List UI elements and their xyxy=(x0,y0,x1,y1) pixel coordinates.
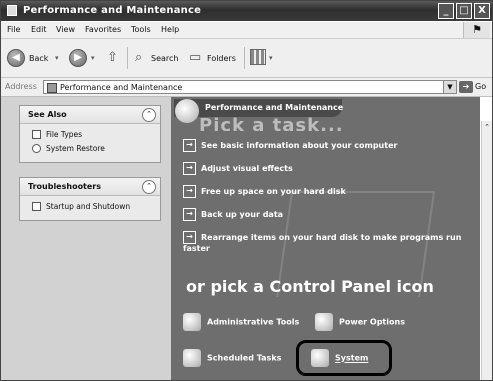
task-link[interactable]: → Free up space on your hard disk xyxy=(183,185,346,198)
minimize-button[interactable]: _ xyxy=(438,3,454,19)
arrow-icon: → xyxy=(183,139,196,152)
sidebar-item-startup-shutdown[interactable]: Startup and Shutdown xyxy=(20,200,160,214)
file-types-icon xyxy=(32,130,41,139)
troubleshooters-title: Troubleshooters xyxy=(28,182,102,191)
arrow-icon: → xyxy=(183,162,196,175)
menu-help[interactable]: Help xyxy=(161,25,179,34)
search-button[interactable]: Search xyxy=(151,54,178,63)
troubleshooters-header[interactable]: Troubleshooters ⌃ xyxy=(20,178,160,196)
main-content: Pick a task... Performance and Maintenan… xyxy=(171,97,492,380)
explorer-window: Performance and Maintenance _ □ X File E… xyxy=(0,0,493,381)
power-options-link[interactable]: Power Options xyxy=(315,313,405,331)
menu-edit[interactable]: Edit xyxy=(31,25,47,34)
troubleshooters-panel: Troubleshooters ⌃ Startup and Shutdown xyxy=(19,177,161,221)
back-arrow-icon[interactable]: ◀ xyxy=(7,49,25,67)
window-title: Performance and Maintenance xyxy=(23,5,202,16)
views-dropdown-icon[interactable]: ▾ xyxy=(269,54,273,62)
arrow-icon: → xyxy=(183,231,196,244)
views-icon[interactable] xyxy=(250,49,266,65)
maximize-button[interactable]: □ xyxy=(456,3,472,19)
address-input[interactable]: Performance and Maintenance ▼ xyxy=(43,80,457,94)
address-value: Performance and Maintenance xyxy=(60,83,183,92)
arrow-icon: → xyxy=(183,185,196,198)
sidebar-item-label[interactable]: System Restore xyxy=(46,144,105,153)
see-also-title: See Also xyxy=(28,110,67,119)
power-options-icon xyxy=(315,313,333,331)
page-title: Performance and Maintenance xyxy=(205,103,344,112)
performance-icon xyxy=(175,99,199,123)
system-restore-icon xyxy=(32,144,41,153)
menu-view[interactable]: View xyxy=(56,25,75,34)
task-link[interactable]: → Rearrange items on your hard disk to ma… xyxy=(183,231,463,253)
windows-logo-icon: ⚑ xyxy=(463,22,490,38)
control-panel-icon xyxy=(47,83,57,93)
menu-tools[interactable]: Tools xyxy=(131,25,151,34)
task-link[interactable]: → Back up your data xyxy=(183,208,283,221)
back-dropdown-icon[interactable]: ▾ xyxy=(55,54,59,62)
administrative-tools-icon xyxy=(183,313,201,331)
forward-arrow-icon[interactable]: ▶ xyxy=(69,49,87,67)
system-highlight-outline xyxy=(296,340,392,376)
vertical-scrollbar[interactable]: ⌃ xyxy=(481,121,492,380)
folders-button[interactable]: Folders xyxy=(207,54,236,63)
scroll-up-icon[interactable]: ⌃ xyxy=(482,121,492,133)
see-also-header[interactable]: See Also ⌃ xyxy=(20,106,160,124)
see-also-panel: See Also ⌃ File Types System Restore xyxy=(19,105,161,163)
sidebar-item-file-types[interactable]: File Types xyxy=(20,128,160,142)
address-bar: Address Performance and Maintenance ▼ ➔ … xyxy=(1,78,492,97)
sidebar-item-label[interactable]: File Types xyxy=(46,130,82,139)
menu-favorites[interactable]: Favorites xyxy=(85,25,121,34)
collapse-chevron-icon[interactable]: ⌃ xyxy=(142,108,156,122)
folder-icon xyxy=(7,5,17,16)
help-icon xyxy=(32,202,41,211)
go-button[interactable]: Go xyxy=(475,82,486,91)
forward-dropdown-icon[interactable]: ▾ xyxy=(91,54,95,62)
toolbar-separator xyxy=(244,47,245,69)
sidebar-item-system-restore[interactable]: System Restore xyxy=(20,142,160,156)
title-bar[interactable]: Performance and Maintenance _ □ X xyxy=(1,1,492,21)
folders-icon[interactable]: ▭ xyxy=(189,50,201,65)
search-icon[interactable]: ⌕ xyxy=(135,50,142,65)
pick-icon-heading: or pick a Control Panel icon xyxy=(186,277,434,296)
scheduled-tasks-icon xyxy=(183,349,201,367)
scheduled-tasks-link[interactable]: Scheduled Tasks xyxy=(183,349,281,367)
address-dropdown-icon[interactable]: ▼ xyxy=(443,81,456,93)
up-folder-icon[interactable]: ⇧ xyxy=(107,50,118,65)
sidebar-item-label[interactable]: Startup and Shutdown xyxy=(46,202,130,211)
collapse-chevron-icon[interactable]: ⌃ xyxy=(142,180,156,194)
menu-file[interactable]: File xyxy=(7,25,20,34)
sidebar: See Also ⌃ File Types System Restore Tro… xyxy=(1,97,171,380)
arrow-icon: → xyxy=(183,208,196,221)
toolbar: ◀ Back ▾ ▶ ▾ ⇧ ⌕ Search ▭ Folders ▾ xyxy=(1,39,492,78)
toolbar-separator xyxy=(127,47,128,69)
administrative-tools-link[interactable]: Administrative Tools xyxy=(183,313,299,331)
task-link[interactable]: → See basic information about your comput… xyxy=(183,139,397,152)
category-header: Pick a task... Performance and Maintenan… xyxy=(171,97,480,136)
menu-bar: File Edit View Favorites Tools Help ⚑ xyxy=(1,22,492,39)
close-button[interactable]: X xyxy=(474,3,490,19)
go-arrow-icon[interactable]: ➔ xyxy=(459,81,473,93)
back-button[interactable]: Back xyxy=(29,54,48,63)
task-link[interactable]: → Adjust visual effects xyxy=(183,162,293,175)
address-label: Address xyxy=(5,82,37,91)
